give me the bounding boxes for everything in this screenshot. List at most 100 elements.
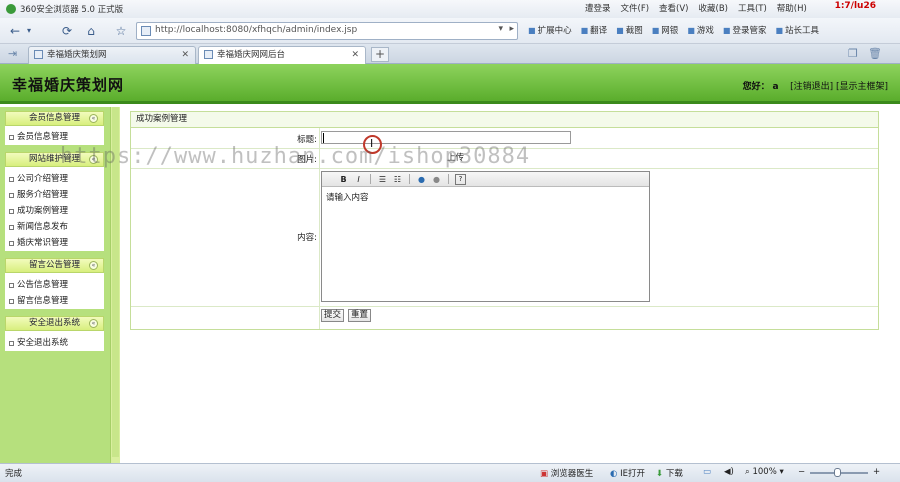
go-icon[interactable]: ▸ <box>509 24 514 34</box>
editor-toolbar: B I ☰ ☷ ● ● ? <box>322 172 649 187</box>
sidebar-item-cases[interactable]: 成功案例管理 <box>5 203 104 219</box>
menu-file[interactable]: 文件(F) <box>621 2 650 14</box>
favorite-star-icon[interactable]: ☆ <box>114 22 128 40</box>
browser-title-bar: 360安全浏览器 5.0 正式版 遭登录 文件(F) 查看(V) 收藏(B) 工… <box>0 0 900 18</box>
group-title: 网站维护管理 <box>28 154 80 164</box>
unordered-list-icon[interactable]: ☷ <box>392 174 403 185</box>
browser-doctor-button[interactable]: ▣ 浏览器医生 <box>540 467 593 479</box>
collapse-icon[interactable]: « <box>89 319 98 328</box>
ordered-list-icon[interactable]: ☰ <box>377 174 388 185</box>
collapse-icon[interactable]: « <box>89 261 98 270</box>
link-icon[interactable]: ● <box>416 174 427 185</box>
ie-label: IE打开 <box>620 469 646 479</box>
text-caret <box>323 133 324 143</box>
zoom-button[interactable]: ⌕ 100% ▾ <box>745 467 784 477</box>
case-form-panel: 成功案例管理 标题: 图片: 上传 内容: B I ☰ ☷ ● ● ? 请输入内… <box>130 111 879 330</box>
menu-login[interactable]: 遭登录 <box>585 2 611 14</box>
collapse-icon[interactable]: « <box>89 114 98 123</box>
refresh-icon[interactable]: ⟳ <box>60 22 74 40</box>
content-row: 内容: B I ☰ ☷ ● ● ? 请输入内容 <box>131 169 878 307</box>
menu-group-site: 网站维护管理 « 公司介绍管理 服务介绍管理 成功案例管理 新闻信息发布 婚庆常… <box>5 152 104 251</box>
login-manager-button[interactable]: 登录管家 <box>723 24 766 36</box>
download-button[interactable]: ⬇ 下载 <box>656 467 683 479</box>
tab-close-icon[interactable]: ✕ <box>351 47 359 63</box>
tab-label: 幸福婚庆策划网 <box>47 50 107 60</box>
sidebar-item-member-info[interactable]: 会员信息管理 <box>5 129 104 145</box>
extension-center-button[interactable]: 扩展中心 <box>528 24 572 36</box>
zoom-slider-knob[interactable] <box>834 468 841 477</box>
menu-help[interactable]: 帮助(H) <box>777 2 807 14</box>
tab-close-icon[interactable]: ✕ <box>181 47 189 63</box>
editor-content[interactable]: 请输入内容 <box>322 187 649 207</box>
trash-icon[interactable]: 🗑 <box>868 47 882 60</box>
url-dropdown-icon[interactable]: ▾ <box>498 24 503 34</box>
tab-label: 幸福婚庆网网后台 <box>217 50 286 60</box>
ibeam-cursor-icon: I <box>370 137 374 150</box>
scroll-thumb[interactable] <box>112 107 119 457</box>
collapse-icon[interactable]: « <box>89 155 98 164</box>
sidebar-item-notices[interactable]: 公告信息管理 <box>5 277 104 293</box>
main-frame-link[interactable]: [显示主框架] <box>836 82 888 92</box>
group-header[interactable]: 留言公告管理 « <box>5 258 104 273</box>
sidebar-toggle-icon[interactable]: ⇥ <box>8 47 17 60</box>
greeting-prefix: 您好： <box>742 82 770 92</box>
sidebar-item-company[interactable]: 公司介绍管理 <box>5 171 104 187</box>
zoom-out-icon[interactable]: − <box>798 467 805 477</box>
menu-group-members: 会员信息管理 « 会员信息管理 <box>5 111 104 145</box>
zoom-level: 100% <box>752 467 777 477</box>
title-label: 标题: <box>297 135 317 145</box>
zoom-icon: ⌕ <box>745 467 750 477</box>
sidebar-item-logout[interactable]: 安全退出系统 <box>5 335 104 351</box>
tab-bar: ⇥ 幸福婚庆策划网 ✕ 幸福婚庆网网后台 ✕ + ❐ 🗑 <box>0 44 900 64</box>
sidebar-scrollbar[interactable] <box>110 107 120 463</box>
sidebar-item-services[interactable]: 服务介绍管理 <box>5 187 104 203</box>
unlink-icon[interactable]: ● <box>431 174 442 185</box>
ie-open-button[interactable]: ◐ IE打开 <box>610 467 645 479</box>
webmaster-tools-button[interactable]: 站长工具 <box>775 24 819 36</box>
menu-tools[interactable]: 工具(T) <box>738 2 767 14</box>
tab-admin[interactable]: 幸福婚庆网网后台 ✕ <box>198 46 366 64</box>
clock-overlay: 1:7/lu26 <box>834 1 876 11</box>
home-icon[interactable]: ⌂ <box>84 22 98 40</box>
sidebar-item-tips[interactable]: 婚庆常识管理 <box>5 235 104 251</box>
back-icon[interactable]: ← <box>8 22 22 40</box>
window-icon[interactable]: ▭ <box>703 467 711 477</box>
translate-button[interactable]: 翻译 <box>581 24 607 36</box>
tab-favicon-icon <box>204 50 213 59</box>
new-tab-button[interactable]: + <box>371 47 389 62</box>
tab-wedding-site[interactable]: 幸福婚庆策划网 ✕ <box>28 46 196 64</box>
submit-button[interactable]: 提交 <box>321 309 345 322</box>
sound-icon[interactable]: ◀) <box>724 467 734 477</box>
title-input[interactable] <box>321 131 571 144</box>
toolbar-divider <box>448 174 449 184</box>
group-header[interactable]: 会员信息管理 « <box>5 111 104 126</box>
reset-button[interactable]: 重置 <box>348 309 372 322</box>
group-header[interactable]: 网站维护管理 « <box>5 152 104 167</box>
image-label: 图片: <box>297 155 317 165</box>
menu-view[interactable]: 查看(V) <box>659 2 688 14</box>
menu-group-messages: 留言公告管理 « 公告信息管理 留言信息管理 <box>5 258 104 309</box>
restore-icon[interactable]: ❐ <box>848 47 858 60</box>
sidebar-item-news[interactable]: 新闻信息发布 <box>5 219 104 235</box>
back-dropdown-icon[interactable]: ▾ <box>24 22 34 40</box>
sidebar: 会员信息管理 « 会员信息管理 网站维护管理 « 公司介绍管理 服务介绍管理 成… <box>0 107 120 463</box>
menu-favorites[interactable]: 收藏(B) <box>699 2 728 14</box>
url-input[interactable]: http://localhost:8080/xfhqch/admin/index… <box>136 22 518 40</box>
zoom-in-icon[interactable]: + <box>873 467 880 477</box>
screenshot-button[interactable]: 截图 <box>616 24 643 36</box>
status-text: 完成 <box>5 469 23 479</box>
games-button[interactable]: 游戏 <box>687 24 714 36</box>
logout-link[interactable]: [注销退出] <box>790 82 833 92</box>
help-icon[interactable]: ? <box>455 173 466 185</box>
zoom-slider[interactable] <box>810 468 868 477</box>
sidebar-item-messages[interactable]: 留言信息管理 <box>5 293 104 309</box>
online-bank-button[interactable]: 网银 <box>652 24 678 36</box>
italic-icon[interactable]: I <box>353 174 364 185</box>
bold-icon[interactable]: B <box>338 174 349 185</box>
tab-favicon-icon <box>34 50 43 59</box>
group-header[interactable]: 安全退出系统 « <box>5 316 104 331</box>
browser-logo-icon <box>6 4 16 14</box>
rich-text-editor[interactable]: B I ☰ ☷ ● ● ? 请输入内容 <box>321 171 650 302</box>
toolbar-divider <box>409 174 410 184</box>
upload-button[interactable]: 上传 <box>447 151 464 163</box>
